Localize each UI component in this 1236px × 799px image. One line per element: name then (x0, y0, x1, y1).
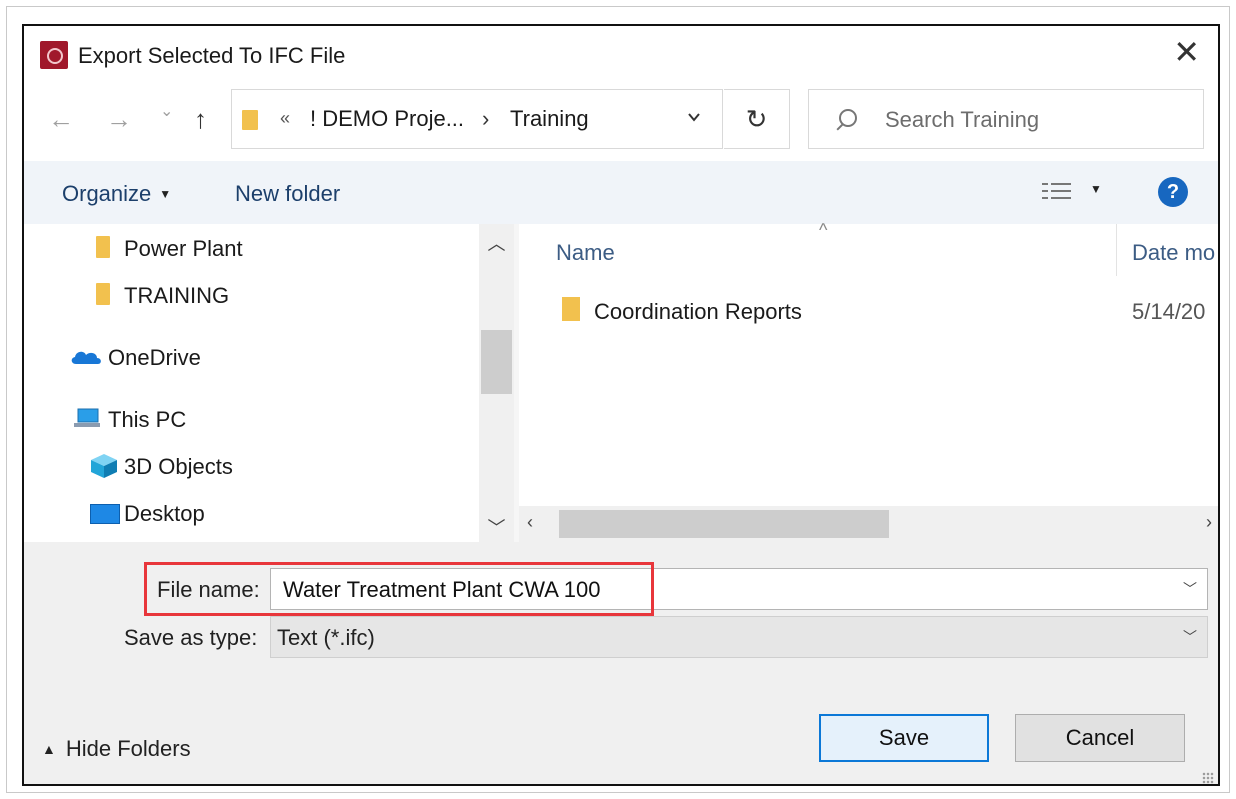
help-icon[interactable]: ? (1158, 177, 1188, 207)
file-list: ^ Name Date mo Coordination Reports 5/14… (519, 220, 1218, 542)
save-button[interactable]: Save (819, 714, 989, 762)
onedrive-cloud-icon (71, 351, 101, 364)
new-folder-button[interactable]: New folder (235, 181, 340, 207)
scroll-left-chevron-icon[interactable]: ‹ (527, 512, 533, 533)
scrollbar-thumb[interactable] (481, 330, 512, 394)
computer-icon (74, 408, 100, 427)
horizontal-scrollbar-thumb[interactable] (559, 510, 889, 538)
folder-icon (96, 283, 110, 305)
file-name-input[interactable] (281, 573, 1145, 607)
search-icon (839, 109, 857, 127)
nav-item-desktop[interactable]: Desktop (124, 501, 205, 527)
search-input[interactable] (883, 104, 1187, 136)
file-row-name[interactable]: Coordination Reports (594, 299, 802, 325)
nav-pane-scrollbar[interactable]: ︿ ﹀ (479, 224, 514, 542)
file-row-date: 5/14/20 (1132, 299, 1206, 324)
cancel-button[interactable]: Cancel (1015, 714, 1185, 762)
breadcrumb-training[interactable]: Training (510, 106, 589, 132)
chevron-down-icon[interactable]: ﹀ (1183, 579, 1197, 599)
organize-menu-button[interactable]: Organize ▼ (62, 181, 171, 207)
command-toolbar: Organize ▼ New folder ▼ ? (24, 161, 1218, 224)
window-title: Export Selected To IFC File (78, 43, 346, 68)
file-name-label: File name: (157, 577, 260, 602)
organize-label: Organize (62, 181, 152, 206)
nav-item-this-pc[interactable]: This PC (108, 407, 186, 433)
column-separator[interactable] (1116, 224, 1117, 276)
navigation-pane: Power Plant TRAINING OneDrive This PC 3D… (24, 224, 514, 542)
view-dropdown-caret-icon[interactable]: ▼ (1090, 182, 1102, 196)
scroll-down-chevron-icon[interactable]: ﹀ (479, 514, 514, 540)
recent-locations-chevron-icon[interactable]: ⌄ (160, 104, 173, 120)
chevron-down-icon[interactable]: ﹀ (1183, 627, 1197, 647)
sort-ascending-icon: ^ (819, 220, 828, 240)
folder-icon (96, 236, 110, 258)
close-icon[interactable]: ✕ (1173, 36, 1200, 68)
file-list-horizontal-scrollbar[interactable]: ‹ › (519, 506, 1218, 542)
nav-item-3d-objects[interactable]: 3D Objects (124, 454, 233, 480)
save-form-panel: File name: ﹀ Save as type: Text (*.ifc) … (24, 542, 1218, 784)
folder-icon (562, 297, 580, 321)
forward-arrow-icon[interactable]: → (106, 106, 132, 132)
view-options-icon[interactable] (1042, 180, 1072, 204)
folder-icon (242, 110, 258, 130)
refresh-icon[interactable]: ↻ (724, 89, 790, 149)
save-as-type-value: Text (*.ifc) (277, 625, 375, 650)
address-bar[interactable]: « ! DEMO Proje... › Training (231, 89, 723, 149)
path-overflow-icon[interactable]: « (280, 108, 290, 129)
scroll-up-chevron-icon[interactable]: ︿ (479, 230, 514, 256)
desktop-icon (90, 504, 120, 524)
app-icon (40, 41, 68, 69)
scroll-right-chevron-icon[interactable]: › (1206, 512, 1212, 533)
back-arrow-icon[interactable]: ← (48, 106, 74, 132)
export-ifc-dialog: Export Selected To IFC File ✕ ← → ⌄ ↑ « … (22, 24, 1220, 786)
breadcrumb-demo-project[interactable]: ! DEMO Proje... (310, 106, 464, 132)
save-as-type-select[interactable]: Text (*.ifc) ﹀ (270, 616, 1208, 658)
column-header-name[interactable]: Name (556, 240, 615, 266)
column-header-date-modified[interactable]: Date mo (1132, 240, 1215, 266)
hide-folders-label: Hide Folders (65, 736, 191, 761)
caret-down-icon: ▼ (159, 187, 172, 201)
nav-item-training[interactable]: TRAINING (124, 283, 229, 309)
chevron-up-icon: ▲ (42, 741, 56, 757)
hide-folders-toggle[interactable]: ▲ Hide Folders (42, 736, 191, 762)
chevron-down-icon[interactable] (687, 110, 701, 124)
3d-objects-icon (91, 454, 117, 478)
up-arrow-icon[interactable]: ↑ (194, 106, 207, 132)
title-bar: Export Selected To IFC File ✕ (24, 26, 1218, 86)
nav-item-power-plant[interactable]: Power Plant (124, 236, 243, 262)
nav-item-onedrive[interactable]: OneDrive (108, 345, 201, 371)
search-box[interactable] (808, 89, 1204, 149)
file-name-combobox[interactable]: ﹀ (270, 568, 1208, 610)
save-as-type-label: Save as type: (124, 625, 258, 650)
breadcrumb-separator-icon: › (482, 106, 490, 131)
resize-grip-icon[interactable] (1202, 772, 1214, 784)
